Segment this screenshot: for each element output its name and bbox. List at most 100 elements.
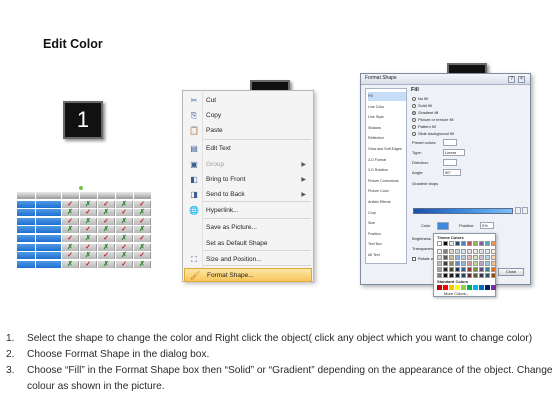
color-swatch[interactable] [461, 273, 466, 278]
standard-color-swatch[interactable] [485, 285, 490, 290]
color-swatch[interactable] [467, 273, 472, 278]
color-swatch[interactable] [437, 241, 442, 246]
color-swatch[interactable] [443, 273, 448, 278]
dialog-category-3-d-rotation[interactable]: 3-D Rotation [368, 166, 406, 175]
close-button[interactable]: Close [498, 268, 524, 276]
dialog-category-text-box[interactable]: Text Box [368, 240, 406, 249]
color-swatch[interactable] [473, 273, 478, 278]
dialog-category-fill[interactable]: Fill [368, 92, 406, 101]
color-swatch[interactable] [449, 261, 454, 266]
sample-table-shape[interactable]: ✓ ✗ ✓ ✗ ✓ ✗ ✓ ✗ ✓ ✗ ✓ ✗ ✓ ✗ ✓ ✗ ✓ ✗ ✓ ✗ ✓ ✗ ✓ ✗ ✓ ✗ ✓ ✗ ✓ ✗ ✓ ✗ ✓ ✗ ✓ ✗ ✓ ✗ ✓ ✗ [17, 192, 154, 270]
color-swatch[interactable] [437, 261, 442, 266]
color-swatch[interactable] [449, 249, 454, 254]
menu-item-bring-to-front[interactable]: ◧ Bring to Front ▶ [184, 173, 312, 187]
color-swatch[interactable] [479, 241, 484, 246]
color-swatch[interactable] [485, 273, 490, 278]
add-stop-button[interactable] [515, 207, 521, 214]
color-swatch[interactable] [479, 261, 484, 266]
standard-color-swatch[interactable] [479, 285, 484, 290]
color-swatch[interactable] [473, 261, 478, 266]
dialog-category-alt-text[interactable]: Alt Text [368, 251, 406, 260]
color-swatch[interactable] [461, 255, 466, 260]
color-swatch[interactable] [491, 273, 496, 278]
remove-stop-button[interactable] [522, 207, 528, 214]
color-swatch[interactable] [467, 241, 472, 246]
color-swatch[interactable] [485, 255, 490, 260]
color-swatch[interactable] [479, 267, 484, 272]
color-swatch[interactable] [443, 249, 448, 254]
dialog-category-3-d-format[interactable]: 3-D Format [368, 156, 406, 165]
color-swatch[interactable] [443, 241, 448, 246]
dialog-category-line-style[interactable]: Line Style [368, 113, 406, 122]
color-swatch[interactable] [467, 255, 472, 260]
dialog-category-picture-color[interactable]: Picture Color [368, 187, 406, 196]
rotate-with-shape-checkbox[interactable] [412, 257, 416, 261]
fill-option-radio[interactable] [412, 110, 416, 115]
menu-item-paste[interactable]: 📋 Paste [184, 124, 312, 138]
dialog-category-line-color[interactable]: Line Color [368, 103, 406, 112]
color-swatch[interactable] [485, 249, 490, 254]
color-swatch[interactable] [455, 241, 460, 246]
color-swatch[interactable] [455, 255, 460, 260]
color-swatch[interactable] [461, 241, 466, 246]
fill-option-radio[interactable] [412, 124, 416, 129]
color-swatch[interactable] [491, 267, 496, 272]
fill-option-radio[interactable] [412, 117, 416, 122]
dialog-category-artistic-effects[interactable]: Artistic Effects [368, 198, 406, 207]
color-swatch[interactable] [437, 255, 442, 260]
more-colors-link[interactable]: More Colors... [444, 291, 469, 296]
standard-color-swatch[interactable] [455, 285, 460, 290]
standard-color-swatch[interactable] [491, 285, 496, 290]
color-swatch[interactable] [491, 241, 496, 246]
help-button[interactable]: ? [508, 76, 515, 83]
color-swatch[interactable] [461, 249, 466, 254]
menu-item-send-to-back[interactable]: ◨ Send to Back ▶ [184, 188, 312, 202]
color-swatch[interactable] [485, 241, 490, 246]
menu-item-group[interactable]: ▣ Group ▶ [184, 158, 312, 172]
color-swatch[interactable] [467, 267, 472, 272]
color-swatch[interactable] [479, 249, 484, 254]
menu-item-format-shape[interactable]: 🖌 Format Shape... [184, 268, 312, 282]
fill-option-radio[interactable] [412, 96, 416, 101]
menu-item-edit-text[interactable]: ▤ Edit Text [184, 142, 312, 156]
color-swatch[interactable] [461, 267, 466, 272]
color-swatch[interactable] [467, 261, 472, 266]
dialog-category-crop[interactable]: Crop [368, 209, 406, 218]
color-swatch[interactable] [449, 255, 454, 260]
color-swatch[interactable] [437, 273, 442, 278]
dialog-category-position[interactable]: Position [368, 230, 406, 239]
color-swatch[interactable] [485, 261, 490, 266]
fill-option-radio[interactable] [412, 103, 416, 108]
color-swatch[interactable] [437, 267, 442, 272]
menu-item-set-as-default-shape[interactable]: Set as Default Shape [184, 237, 312, 251]
color-swatch[interactable] [449, 273, 454, 278]
menu-item-copy[interactable]: ⎘ Copy [184, 109, 312, 123]
color-swatch[interactable] [473, 255, 478, 260]
color-swatch[interactable] [479, 273, 484, 278]
color-swatch[interactable] [455, 267, 460, 272]
standard-color-swatch[interactable] [449, 285, 454, 290]
color-swatch[interactable] [455, 249, 460, 254]
color-swatch[interactable] [455, 261, 460, 266]
color-swatch[interactable] [473, 241, 478, 246]
color-swatch[interactable] [485, 267, 490, 272]
color-swatch[interactable] [461, 261, 466, 266]
color-swatch[interactable] [491, 249, 496, 254]
color-swatch[interactable] [443, 255, 448, 260]
color-swatch[interactable] [491, 261, 496, 266]
color-swatch[interactable] [449, 241, 454, 246]
menu-item-size-and-position[interactable]: ⛶ Size and Position... [184, 253, 312, 267]
gradient-stops-slider[interactable] [413, 208, 513, 214]
rotation-handle[interactable] [79, 186, 83, 190]
color-picker-button[interactable] [437, 222, 449, 230]
standard-color-swatch[interactable] [473, 285, 478, 290]
color-swatch[interactable] [455, 273, 460, 278]
color-swatch[interactable] [443, 267, 448, 272]
menu-item-cut[interactable]: ✂ Cut [184, 94, 312, 108]
preset-colors-dropdown[interactable] [443, 139, 457, 146]
standard-color-swatch[interactable] [467, 285, 472, 290]
color-swatch[interactable] [449, 267, 454, 272]
close-icon[interactable]: × [518, 76, 525, 83]
color-swatch[interactable] [473, 249, 478, 254]
dialog-category-reflection[interactable]: Reflection [368, 134, 406, 143]
